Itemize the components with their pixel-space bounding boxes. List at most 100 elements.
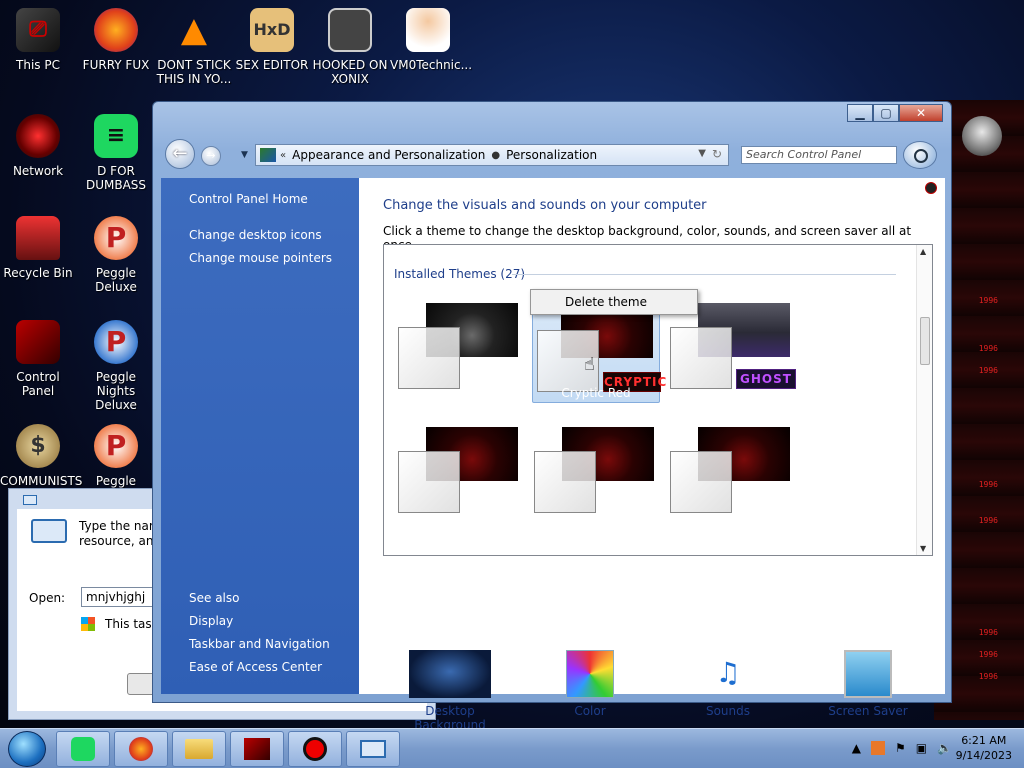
desktop-icon-label: D FOR DUMBASS bbox=[85, 164, 147, 192]
desktop-icon-network[interactable]: Network bbox=[0, 114, 76, 178]
flag-icon[interactable]: ⚑ bbox=[895, 741, 906, 755]
theme-item[interactable] bbox=[398, 427, 526, 539]
desktop-icon-recycle-bin[interactable]: Recycle Bin bbox=[0, 216, 76, 280]
desktop-icon-hooked-on-xonix[interactable]: HOOKED ON XONIX bbox=[312, 8, 388, 86]
desktop-icon-vm0technic[interactable]: VM0Technic... bbox=[390, 8, 473, 72]
scroll-thumb[interactable] bbox=[920, 317, 930, 365]
desktop-icon-label: VM0Technic... bbox=[390, 58, 473, 72]
sidebar-link-control-panel-home[interactable]: Control Panel Home bbox=[189, 192, 308, 206]
theme-window-preview bbox=[398, 327, 460, 389]
taskbar-run[interactable] bbox=[346, 731, 400, 767]
help-icon[interactable] bbox=[925, 182, 937, 194]
theme-window-preview bbox=[670, 327, 732, 389]
scroll-up-icon[interactable]: ▲ bbox=[920, 247, 926, 256]
hxd-icon: HxD bbox=[250, 8, 294, 52]
deco-text: 1996 bbox=[978, 516, 998, 525]
address-dropdown-icon[interactable]: ▼ bbox=[698, 148, 706, 159]
open-label: Open: bbox=[29, 591, 66, 605]
minimize-button[interactable]: ▁ bbox=[847, 104, 873, 122]
control-panel-icon bbox=[260, 148, 276, 162]
theme-name: Cryptic Red bbox=[561, 386, 631, 400]
color-palette-icon bbox=[566, 650, 614, 698]
refresh-icon[interactable]: ↻ bbox=[712, 147, 722, 161]
breadcrumb-appearance[interactable]: Appearance and Personalization bbox=[292, 148, 485, 162]
sidebar-link-display[interactable]: Display bbox=[189, 614, 233, 628]
breadcrumb-separator-icon[interactable]: ● bbox=[491, 150, 500, 161]
taskbar-control-panel[interactable] bbox=[230, 731, 284, 767]
alien-head-icon bbox=[962, 116, 1002, 156]
desktop-background-link[interactable]: Desktop Background bbox=[395, 650, 505, 732]
delete-theme-menu-item[interactable]: Delete theme bbox=[565, 295, 647, 309]
shield-icon bbox=[81, 617, 95, 631]
themes-scrollbar[interactable]: ▲ ▼ bbox=[916, 245, 932, 555]
run-task-note: This task bbox=[105, 617, 159, 631]
maximize-button[interactable]: ▢ bbox=[873, 104, 899, 122]
deco-text: 1996 bbox=[978, 672, 998, 681]
theme-window-preview bbox=[398, 451, 460, 513]
theme-item-ghost[interactable]: GHOST bbox=[670, 303, 798, 415]
search-input[interactable]: Search Control Panel bbox=[741, 146, 897, 164]
firefox-icon bbox=[94, 8, 138, 52]
start-button[interactable] bbox=[8, 731, 46, 767]
scroll-down-icon[interactable]: ▼ bbox=[920, 544, 926, 553]
breadcrumb-personalization[interactable]: Personalization bbox=[506, 148, 597, 162]
desktop-icon-label: HOOKED ON XONIX bbox=[312, 58, 388, 86]
page-title: Change the visuals and sounds on your co… bbox=[383, 198, 707, 213]
desktop-icon-label: Control Panel bbox=[16, 370, 60, 398]
theme-item[interactable] bbox=[670, 427, 798, 539]
search-button[interactable] bbox=[903, 141, 937, 169]
volume-icon[interactable]: 🔈 bbox=[937, 741, 952, 755]
desktop-icon-dont-stick[interactable]: ▲ DONT STICK THIS IN YO... bbox=[156, 8, 232, 86]
color-link[interactable]: Color bbox=[555, 650, 625, 718]
run-dialog-title-icon bbox=[23, 495, 37, 505]
deco-text: 1996 bbox=[978, 650, 998, 659]
sidebar-link-change-desktop-icons[interactable]: Change desktop icons bbox=[189, 228, 322, 242]
control-panel-icon bbox=[16, 320, 60, 364]
taskbar-file-explorer[interactable] bbox=[172, 731, 226, 767]
desktop-icon-control-panel[interactable]: Control Panel bbox=[0, 320, 76, 398]
desktop-icon-furry-fux[interactable]: FURRY FUX bbox=[78, 8, 154, 72]
sidebar-link-taskbar-navigation[interactable]: Taskbar and Navigation bbox=[189, 637, 330, 651]
sounds-link[interactable]: ♫ Sounds bbox=[693, 650, 763, 718]
close-button[interactable]: ✕ bbox=[899, 104, 943, 122]
sidebar-link-ease-of-access[interactable]: Ease of Access Center bbox=[189, 660, 322, 674]
spotify-icon: ≡ bbox=[94, 114, 138, 158]
sounds-icon: ♫ bbox=[715, 656, 741, 689]
theme-item[interactable] bbox=[534, 427, 662, 539]
desktop-icon-communists[interactable]: $ COMMUNISTS bbox=[0, 424, 82, 488]
desktop-icon-label: Peggle Nights Deluxe bbox=[95, 370, 137, 412]
color-label: Color bbox=[574, 704, 606, 718]
taskbar-recorder[interactable] bbox=[288, 731, 342, 767]
personalization-window: ▁ ▢ ✕ ← → ▼ « Appearance and Personaliza… bbox=[152, 101, 952, 732]
taskbar: ▲ ⚑ ▣ 🔈 6:21 AM 9/14/2023 bbox=[0, 728, 1024, 768]
desktop-icon-peggle-nights[interactable]: P Peggle Nights Deluxe bbox=[78, 320, 154, 412]
clock-date: 9/14/2023 bbox=[955, 749, 1012, 762]
context-menu: Delete theme bbox=[530, 289, 698, 315]
desktop-icon-label: FURRY FUX bbox=[82, 58, 150, 72]
taskbar-spotify[interactable] bbox=[56, 731, 110, 767]
back-button[interactable]: ← bbox=[165, 139, 195, 169]
address-bar[interactable]: « Appearance and Personalization ● Perso… bbox=[255, 144, 729, 166]
screen-saver-link[interactable]: Screen Saver bbox=[823, 650, 913, 718]
tray-app-icon[interactable] bbox=[870, 741, 885, 755]
sidebar-link-change-mouse-pointers[interactable]: Change mouse pointers bbox=[189, 251, 332, 265]
show-hidden-icons-icon[interactable]: ▲ bbox=[852, 741, 861, 755]
desktop-icon-label: Network bbox=[12, 164, 64, 178]
forward-button[interactable]: → bbox=[201, 146, 221, 166]
recent-pages-dropdown[interactable]: ▼ bbox=[241, 150, 248, 160]
network-tray-icon[interactable]: ▣ bbox=[916, 741, 927, 755]
theme-item[interactable] bbox=[398, 303, 526, 415]
desktop-icon-sex-editor[interactable]: HxD SEX EDITOR bbox=[234, 8, 310, 72]
breadcrumb-overflow-icon[interactable]: « bbox=[280, 150, 286, 161]
desktop-icon-d-for-dumbass[interactable]: ≡ D FOR DUMBASS bbox=[78, 114, 154, 192]
desktop-icon-label: Peggle Deluxe bbox=[95, 266, 137, 294]
desktop-icon-this-pc[interactable]: ⎚ This PC bbox=[0, 8, 76, 72]
desktop-icon-peggle-deluxe[interactable]: P Peggle Deluxe bbox=[78, 216, 154, 294]
open-input[interactable]: mnjvhjghj bbox=[81, 587, 161, 607]
recycle-bin-icon bbox=[16, 216, 60, 260]
taskbar-firefox[interactable] bbox=[114, 731, 168, 767]
sidebar: Control Panel Home Change desktop icons … bbox=[161, 178, 359, 694]
clock[interactable]: 6:21 AM 9/14/2023 bbox=[956, 733, 1012, 763]
desktop-icon-label: Recycle Bin bbox=[3, 266, 73, 280]
deco-text: 1996 bbox=[978, 628, 998, 637]
